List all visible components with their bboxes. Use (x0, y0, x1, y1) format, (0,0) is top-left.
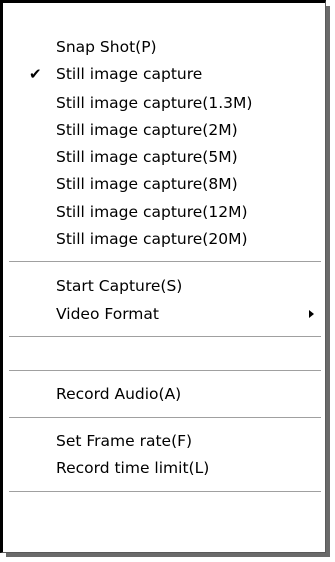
menu-item-label: Snap Shot(P) (56, 38, 157, 56)
menu-item-still-image-capture-20m[interactable]: Still image capture(20M) (6, 226, 324, 253)
menu-separator (9, 336, 321, 338)
menu-item-video-format[interactable]: Video Format (6, 301, 324, 328)
menu-item-still-image-capture-5m[interactable]: Still image capture(5M) (6, 144, 324, 171)
submenu-arrow-icon (309, 310, 314, 318)
context-menu: Snap Shot(P) ✔ Still image capture Still… (0, 0, 326, 553)
menu-item-start-capture[interactable]: Start Capture(S) (6, 273, 324, 300)
menu-shadow-bottom (6, 553, 330, 557)
menu-separator (9, 261, 321, 263)
menu-item-still-image-capture[interactable]: ✔ Still image capture (6, 61, 324, 88)
menu-item-label: Set Frame rate(F) (56, 432, 193, 450)
menu-item-label: Still image capture(8M) (56, 175, 238, 193)
menu-item-label: Still image capture(12M) (56, 203, 248, 221)
menu-separator (9, 491, 321, 493)
checkmark-icon: ✔ (29, 65, 42, 83)
menu-item-label: Still image capture(2M) (56, 121, 238, 139)
menu-item-record-time-limit[interactable]: Record time limit(L) (6, 455, 324, 482)
menu-item-set-frame-rate[interactable]: Set Frame rate(F) (6, 428, 324, 455)
menu-item-label: Record time limit(L) (56, 459, 210, 477)
menu-separator (9, 370, 321, 372)
menu-item-still-image-capture-8m[interactable]: Still image capture(8M) (6, 171, 324, 198)
menu-item-record-audio[interactable]: Record Audio(A) (6, 381, 324, 408)
menu-item-label: Still image capture (56, 65, 203, 83)
menu-separator (9, 417, 321, 419)
menu-item-label: Video Format (56, 305, 159, 323)
menu-shadow-right (326, 6, 330, 555)
menu-item-label: Still image capture(1.3M) (56, 94, 253, 112)
menu-item-label: Start Capture(S) (56, 277, 183, 295)
menu-item-snap-shot[interactable]: Snap Shot(P) (6, 34, 324, 61)
menu-item-label: Still image capture(20M) (56, 230, 248, 248)
menu-item-label: Still image capture(5M) (56, 148, 238, 166)
menu-item-blank[interactable] (6, 341, 324, 368)
menu-item-still-image-capture-12m[interactable]: Still image capture(12M) (6, 199, 324, 226)
menu-item-label: Record Audio(A) (56, 385, 182, 403)
menu-item-still-image-capture-1-3m[interactable]: Still image capture(1.3M) (6, 90, 324, 117)
menu-item-still-image-capture-2m[interactable]: Still image capture(2M) (6, 117, 324, 144)
